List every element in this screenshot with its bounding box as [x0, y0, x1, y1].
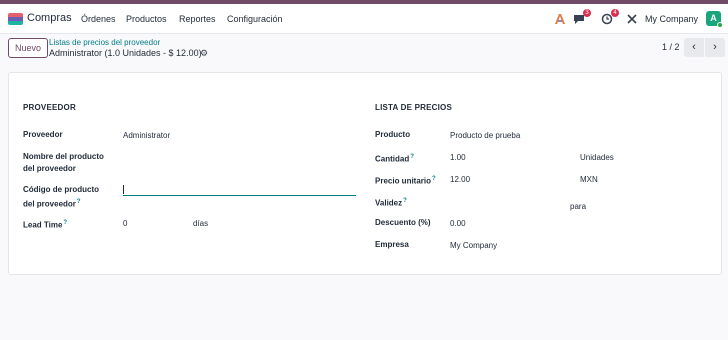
company-switcher[interactable]: My Company: [645, 14, 698, 24]
control-panel: Nuevo Listas de precios del proveedor Ad…: [0, 35, 728, 65]
label-descuento: Descuento (%): [375, 218, 431, 227]
menu-item-ordenes[interactable]: Órdenes: [81, 14, 116, 24]
field-producto[interactable]: Producto de prueba: [450, 131, 520, 140]
new-button[interactable]: Nuevo: [8, 38, 49, 58]
gear-icon[interactable]: ⚙: [200, 48, 208, 59]
field-cantidad-unit[interactable]: Unidades: [580, 153, 614, 162]
help-icon[interactable]: ?: [403, 198, 407, 204]
menu-item-productos[interactable]: Productos: [126, 14, 167, 24]
avatar-letter: A: [710, 13, 717, 23]
chevron-left-icon[interactable]: ‹: [684, 38, 704, 57]
ai-icon[interactable]: [554, 13, 566, 25]
field-empresa[interactable]: My Company: [450, 241, 497, 250]
pager-value[interactable]: 1 / 2: [662, 42, 680, 52]
label-lead-time: Lead Time?: [23, 220, 68, 230]
lead-time-unit: días: [193, 219, 209, 228]
field-currency[interactable]: MXN: [580, 175, 598, 184]
menu-item-configuracion[interactable]: Configuración: [227, 14, 283, 24]
presence-dot: [717, 22, 723, 28]
help-icon[interactable]: ?: [410, 154, 414, 160]
field-lead-time[interactable]: 0: [123, 219, 127, 228]
section-title-lista-precios: LISTA DE PRECIOS: [375, 103, 452, 112]
messages-badge: 3: [583, 9, 591, 17]
label-cantidad: Cantidad?: [375, 154, 414, 164]
label-validez: Validez?: [375, 198, 407, 208]
label-proveedor: Proveedor: [23, 130, 63, 139]
app-name[interactable]: Compras: [27, 12, 72, 24]
chevron-right-icon[interactable]: ›: [705, 38, 725, 57]
validez-separator: para: [570, 202, 587, 211]
tools-icon[interactable]: [626, 13, 638, 25]
help-icon[interactable]: ?: [63, 220, 67, 226]
help-icon[interactable]: ?: [432, 176, 436, 182]
label-producto: Producto: [375, 130, 411, 139]
label-product-code-line1: Código de producto: [23, 185, 99, 194]
field-precio-unitario[interactable]: 12.00: [450, 175, 470, 184]
clock-icon[interactable]: 4: [601, 9, 619, 25]
activities-badge: 4: [611, 9, 619, 17]
text-cursor: [123, 185, 124, 194]
label-product-name-line2: del proveedor: [23, 164, 76, 173]
user-avatar[interactable]: A: [706, 11, 723, 28]
form-sheet: [8, 72, 722, 275]
label-precio-unitario: Precio unitario?: [375, 176, 436, 186]
label-product-code-line2: del proveedor?: [23, 199, 81, 209]
breadcrumb-parent-link[interactable]: Listas de precios del proveedor: [49, 38, 160, 47]
field-descuento[interactable]: 0.00: [450, 219, 466, 228]
section-title-proveedor: PROVEEDOR: [23, 103, 76, 112]
help-icon[interactable]: ?: [77, 199, 81, 205]
top-navbar: Compras Órdenes Productos Reportes Confi…: [0, 0, 728, 34]
record-title: Administrator (1.0 Unidades - $ 12.00): [49, 48, 202, 58]
chat-icon[interactable]: 3: [573, 9, 591, 25]
compras-app-icon[interactable]: [8, 13, 23, 25]
menu-item-reportes[interactable]: Reportes: [179, 14, 216, 24]
navbar-accent-strip: [0, 0, 728, 4]
product-code-input[interactable]: [123, 195, 356, 196]
field-proveedor[interactable]: Administrator: [123, 131, 170, 140]
field-cantidad[interactable]: 1.00: [450, 153, 466, 162]
label-product-name-line1: Nombre del producto: [23, 152, 104, 161]
label-empresa: Empresa: [375, 240, 409, 249]
